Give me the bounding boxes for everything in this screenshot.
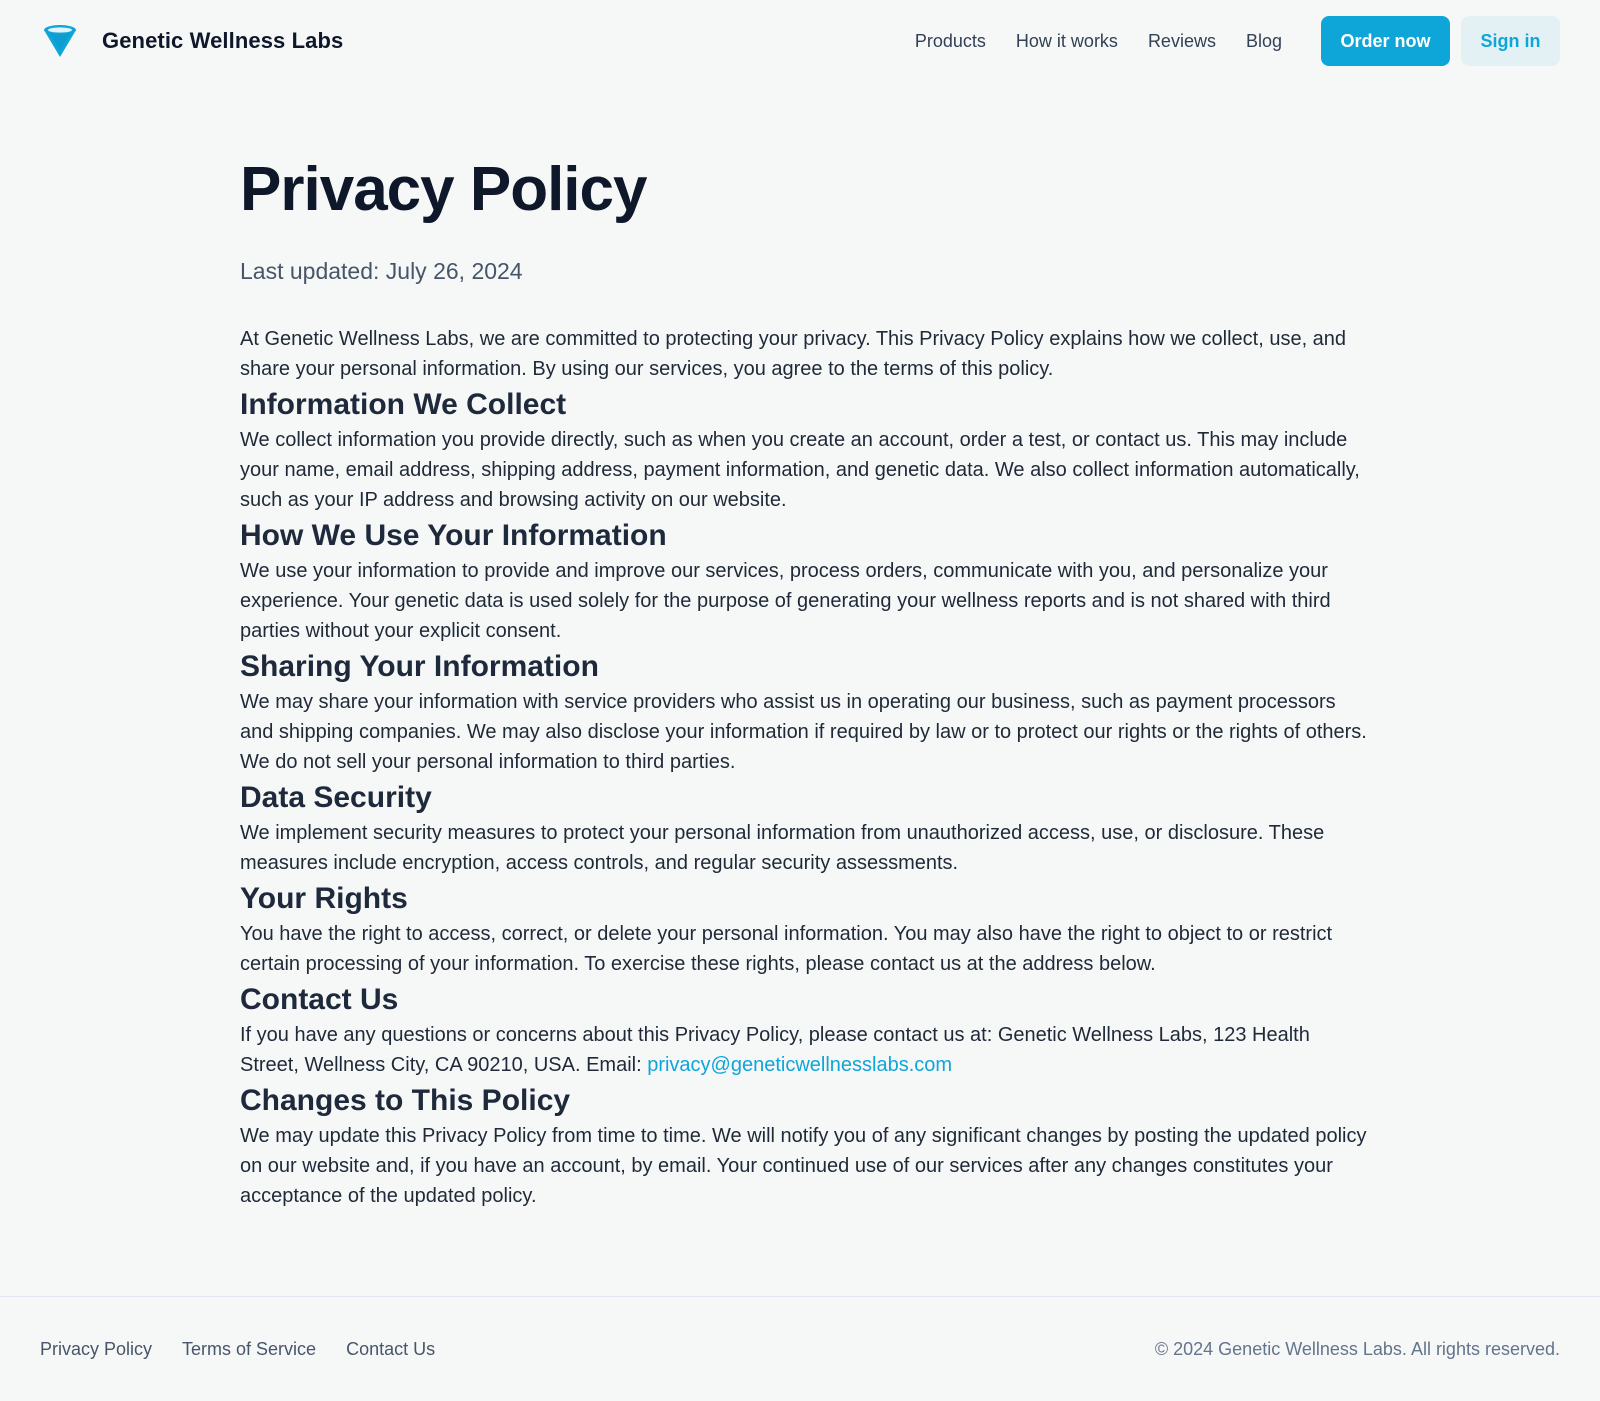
order-now-button[interactable]: Order now: [1321, 16, 1450, 66]
section-body: We may share your information with servi…: [240, 691, 1367, 773]
section-body: If you have any questions or concerns ab…: [240, 1020, 1370, 1080]
site-footer: Privacy Policy Terms of Service Contact …: [0, 1296, 1600, 1401]
nav-products[interactable]: Products: [915, 31, 986, 52]
section-body: We collect information you provide direc…: [240, 429, 1360, 511]
section-contact-us: Contact Us If you have any questions or …: [240, 980, 1370, 1080]
copyright: © 2024 Genetic Wellness Labs. All rights…: [1154, 1338, 1560, 1359]
page-title: Privacy Policy: [240, 155, 648, 224]
section-title: Changes to This Policy: [240, 1084, 571, 1117]
nav-how-it-works[interactable]: How it works: [1016, 31, 1118, 52]
section-data-security: Data Security We implement security meas…: [240, 778, 1370, 878]
section-your-rights: Your Rights You have the right to access…: [240, 879, 1370, 979]
footer-terms-link[interactable]: Terms of Service: [182, 1339, 316, 1360]
footer-contact-link[interactable]: Contact Us: [346, 1339, 435, 1360]
section-changes: Changes to This Policy We may update thi…: [240, 1081, 1370, 1211]
main-nav: Products How it works Reviews Blog: [915, 31, 1282, 52]
nav-blog[interactable]: Blog: [1246, 31, 1282, 52]
brand[interactable]: Genetic Wellness Labs: [40, 21, 343, 61]
policy-content: Privacy Policy Last updated: July 26, 20…: [240, 150, 1370, 1211]
section-body: We implement security measures to protec…: [240, 822, 1325, 874]
section-title: How We Use Your Information: [240, 519, 667, 552]
privacy-email-link[interactable]: privacy@geneticwellnesslabs.com: [647, 1054, 952, 1076]
nav-reviews[interactable]: Reviews: [1148, 31, 1216, 52]
section-title: Sharing Your Information: [240, 650, 599, 683]
section-body: We use your information to provide and i…: [240, 560, 1331, 642]
section-title: Information We Collect: [240, 388, 567, 421]
site-header: Genetic Wellness Labs Products How it wo…: [0, 0, 1600, 82]
brand-name: Genetic Wellness Labs: [102, 28, 344, 53]
footer-privacy-link[interactable]: Privacy Policy: [40, 1339, 152, 1360]
intro-paragraph: At Genetic Wellness Labs, we are committ…: [240, 328, 1347, 380]
funnel-logo-icon: [44, 25, 76, 57]
section-body: You have the right to access, correct, o…: [240, 923, 1333, 975]
section-how-we-use: How We Use Your Information We use your …: [240, 516, 1370, 646]
footer-links: Privacy Policy Terms of Service Contact …: [40, 1339, 435, 1360]
section-body: We may update this Privacy Policy from t…: [240, 1125, 1367, 1207]
section-information-we-collect: Information We Collect We collect inform…: [240, 385, 1370, 515]
section-sharing: Sharing Your Information We may share yo…: [240, 647, 1370, 777]
last-updated: Last updated: July 26, 2024: [240, 258, 523, 284]
sign-in-button[interactable]: Sign in: [1461, 16, 1560, 66]
section-title: Contact Us: [240, 983, 399, 1016]
section-title: Data Security: [240, 781, 432, 814]
section-title: Your Rights: [240, 882, 408, 915]
